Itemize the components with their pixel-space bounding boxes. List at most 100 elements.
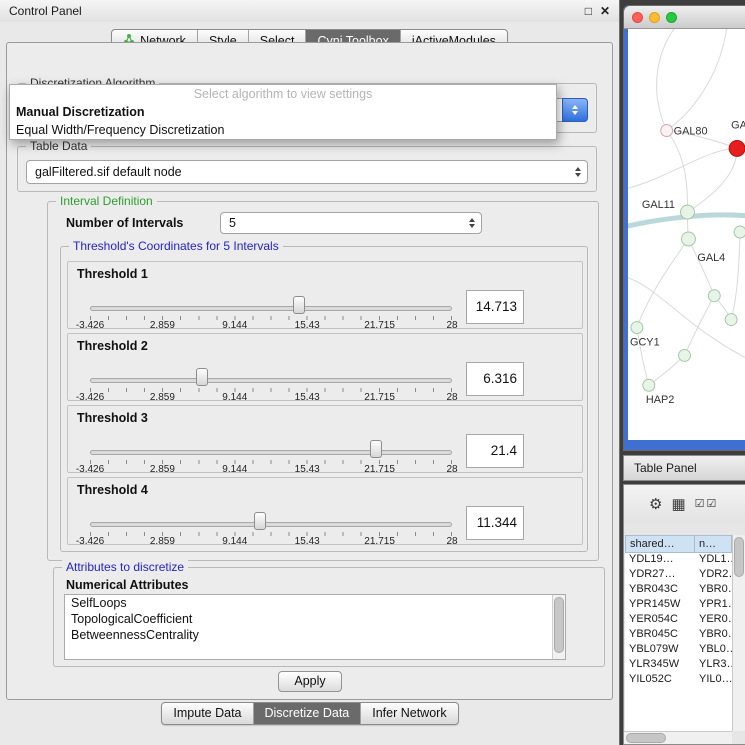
dropdown-option-equal-width[interactable]: Equal Width/Frequency Discretization — [10, 121, 556, 139]
list-scrollbar[interactable] — [552, 595, 565, 659]
slider-thumb[interactable] — [254, 512, 266, 530]
window-title: Control Panel — [9, 4, 82, 18]
select-none-checkbox-icon[interactable]: ☑ — [707, 499, 717, 510]
arrow-up-icon — [572, 105, 578, 109]
tick-label: 2.859 — [150, 464, 175, 475]
slider-scale: -3.426 2.859 9.144 15.43 21.715 28 — [90, 392, 452, 403]
threshold-1-value-field[interactable]: 14.713 — [466, 290, 524, 324]
threshold-3-value-field[interactable]: 21.4 — [466, 434, 524, 468]
node[interactable] — [725, 314, 737, 326]
tick-label: 2.859 — [150, 392, 175, 403]
apply-button[interactable]: Apply — [278, 671, 342, 692]
combo-arrows[interactable] — [575, 167, 581, 177]
minimize-traffic-light-icon[interactable] — [649, 12, 660, 23]
node-gal80[interactable] — [661, 125, 673, 137]
table-row[interactable]: YDR27…YDR2… — [625, 568, 732, 583]
table-row[interactable]: YIL052CYIL0… — [625, 673, 732, 688]
slider-track[interactable] — [90, 450, 452, 455]
gear-icon[interactable]: ⚙ — [649, 497, 662, 512]
cell: YDL19… — [625, 553, 695, 568]
slider-thumb[interactable] — [293, 296, 305, 314]
slider-thumb[interactable] — [370, 440, 382, 458]
slider-scale: -3.426 2.859 9.144 15.43 21.715 28 — [90, 536, 452, 547]
list-item[interactable]: BetweennessCentrality — [65, 627, 565, 643]
combo-arrows[interactable] — [562, 98, 588, 122]
threshold-2-value-field[interactable]: 6.316 — [466, 362, 524, 396]
tick-label: 21.715 — [364, 464, 395, 475]
threshold-4-slider[interactable] — [90, 510, 452, 530]
tab-impute-data[interactable]: Impute Data — [162, 703, 252, 724]
list-item[interactable]: TopologicalCoefficient — [65, 611, 565, 627]
table-row[interactable]: YLR345WYLR3… — [625, 658, 732, 673]
scrollbar-thumb[interactable] — [554, 597, 564, 653]
columns-icon[interactable]: ▦ — [671, 497, 685, 512]
tick-label: 9.144 — [222, 392, 247, 403]
tick-label: -3.426 — [76, 392, 104, 403]
combo-arrows[interactable] — [469, 218, 475, 228]
threshold-4-value-field[interactable]: 11.344 — [466, 506, 524, 540]
list-item[interactable]: SelfLoops — [65, 595, 565, 611]
column-header-name[interactable]: n… — [695, 535, 732, 553]
node-hap2[interactable] — [643, 379, 655, 391]
table-vertical-scrollbar[interactable] — [732, 535, 745, 731]
node-gal11[interactable] — [681, 205, 695, 219]
node-gcy1[interactable] — [631, 322, 643, 334]
dropdown-placeholder-item[interactable]: Select algorithm to view settings — [10, 85, 556, 103]
threshold-2-panel: Threshold 2 -3.426 2.859 9.144 15.43 21.… — [67, 333, 583, 401]
cell: YBR0… — [695, 628, 732, 643]
slider-thumb[interactable] — [196, 368, 208, 386]
slider-track[interactable] — [90, 522, 452, 527]
cell: YBR043C — [625, 583, 695, 598]
threshold-1-slider[interactable] — [90, 294, 452, 314]
tab-infer-network[interactable]: Infer Network — [360, 703, 457, 724]
cyni-toolbox-panel: Discretization Algorithm Select algorith… — [6, 42, 613, 700]
zoom-traffic-light-icon[interactable] — [666, 12, 677, 23]
number-of-intervals-combobox[interactable]: 5 — [220, 212, 482, 234]
scrollbar-thumb[interactable] — [626, 733, 666, 743]
tick-label: 9.144 — [222, 320, 247, 331]
cell: YBR0… — [695, 583, 732, 598]
tick-label: 28 — [446, 392, 457, 403]
tick-label: -3.426 — [76, 320, 104, 331]
tick-label: 28 — [446, 464, 457, 475]
close-icon[interactable]: ✕ — [600, 5, 610, 17]
number-of-intervals-label: Number of Intervals — [66, 216, 183, 230]
table-data-combobox[interactable]: galFiltered.sif default node — [26, 160, 588, 184]
selected-node-red[interactable] — [729, 140, 745, 156]
table-horizontal-scrollbar[interactable] — [624, 731, 732, 744]
tick-label: 28 — [446, 536, 457, 547]
slider-track[interactable] — [90, 378, 452, 383]
tick-label: 15.43 — [295, 464, 320, 475]
threshold-label: Threshold 3 — [77, 411, 148, 425]
table-row[interactable]: YBR045CYBR0… — [625, 628, 732, 643]
column-header-shared-name[interactable]: shared… — [625, 535, 695, 553]
dropdown-option-manual[interactable]: Manual Discretization — [10, 103, 556, 121]
network-window-titlebar — [624, 6, 745, 29]
interval-definition-group: Interval Definition Number of Intervals … — [47, 201, 599, 561]
arrow-up-icon — [575, 167, 581, 171]
cell: YBR045C — [625, 628, 695, 643]
table-row[interactable]: YBR043CYBR0… — [625, 583, 732, 598]
node[interactable] — [679, 349, 691, 361]
node[interactable] — [708, 290, 720, 302]
close-traffic-light-icon[interactable] — [632, 12, 643, 23]
select-all-checkbox-icon[interactable]: ☑ — [695, 499, 705, 510]
table-row[interactable]: YDL19…YDL1… — [625, 553, 732, 568]
slider-track[interactable] — [90, 306, 452, 311]
tab-label: Infer Network — [372, 706, 446, 720]
table-row[interactable]: YBL079WYBL0… — [625, 643, 732, 658]
tab-discretize-data[interactable]: Discretize Data — [253, 703, 361, 724]
threshold-4-panel: Threshold 4 -3.426 2.859 9.144 15.43 21.… — [67, 477, 583, 545]
table-row[interactable]: YER054CYER0… — [625, 613, 732, 628]
table-panel-title: Table Panel — [634, 461, 697, 475]
network-canvas[interactable]: GAL80 GA GAL11 GAL4 GCY1 HAP2 — [628, 29, 745, 440]
node[interactable] — [734, 226, 745, 238]
node-gal4[interactable] — [682, 232, 696, 246]
slider-scale: -3.426 2.859 9.144 15.43 21.715 28 — [90, 464, 452, 475]
float-window-icon[interactable]: □ — [585, 5, 592, 17]
cell: YLR345W — [625, 658, 695, 673]
threshold-3-slider[interactable] — [90, 438, 452, 458]
threshold-2-slider[interactable] — [90, 366, 452, 386]
scrollbar-thumb[interactable] — [734, 537, 744, 577]
table-row[interactable]: YPR145WYPR1… — [625, 598, 732, 613]
